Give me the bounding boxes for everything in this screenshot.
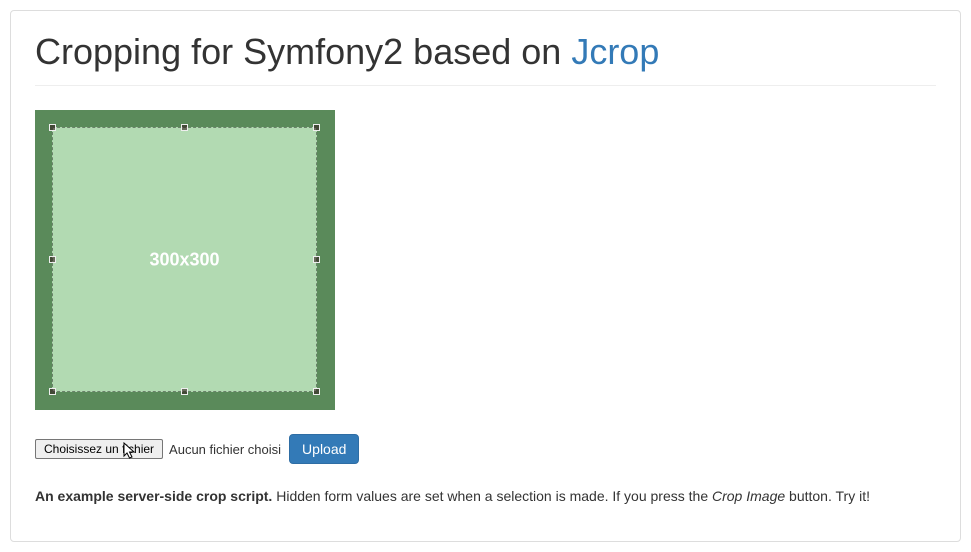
description-tail: button. Try it!: [785, 488, 870, 504]
file-status-text: Aucun fichier choisi: [169, 442, 281, 457]
description-strong: An example server-side crop script.: [35, 488, 272, 504]
resize-handle-n[interactable]: [181, 124, 188, 131]
jcrop-link[interactable]: Jcrop: [571, 31, 659, 72]
description-text: An example server-side crop script. Hidd…: [35, 488, 936, 504]
crop-selection[interactable]: 300x300: [52, 127, 317, 392]
description-middle: Hidden form values are set when a select…: [272, 488, 712, 504]
upload-button[interactable]: Upload: [289, 434, 359, 464]
crop-image-area[interactable]: 300x300: [35, 110, 335, 410]
placeholder-dimensions: 300x300: [149, 249, 219, 270]
resize-handle-se[interactable]: [313, 388, 320, 395]
description-em: Crop Image: [712, 488, 785, 504]
choose-file-button[interactable]: Choisissez un fichier: [35, 439, 163, 459]
page-title: Cropping for Symfony2 based on Jcrop: [35, 31, 936, 73]
header-divider: [35, 85, 936, 86]
title-prefix: Cropping for Symfony2 based on: [35, 31, 571, 72]
resize-handle-sw[interactable]: [49, 388, 56, 395]
main-panel: Cropping for Symfony2 based on Jcrop 300…: [10, 10, 961, 542]
controls-row: Choisissez un fichier Aucun fichier choi…: [35, 434, 936, 464]
resize-handle-w[interactable]: [49, 256, 56, 263]
resize-handle-ne[interactable]: [313, 124, 320, 131]
resize-handle-s[interactable]: [181, 388, 188, 395]
resize-handle-nw[interactable]: [49, 124, 56, 131]
resize-handle-e[interactable]: [313, 256, 320, 263]
